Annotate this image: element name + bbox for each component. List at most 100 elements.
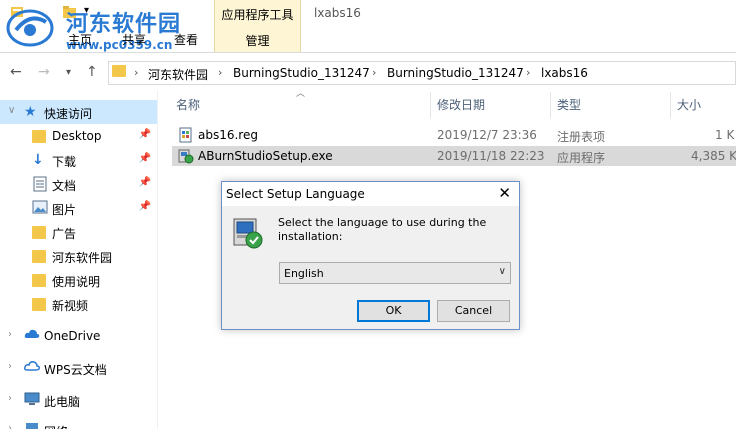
sidebar-item-wps-cloud[interactable]: › WPS云文档 [0, 356, 157, 380]
file-row[interactable]: ABurnStudioSetup.exe 2019/11/18 22:23 应用… [172, 146, 736, 166]
sort-ascending-icon: ︿ [296, 89, 306, 99]
picture-icon [32, 200, 48, 216]
close-icon[interactable]: ✕ [498, 184, 511, 202]
folder-icon [32, 250, 46, 263]
chevron-right-icon[interactable]: › [372, 66, 376, 79]
folder-icon [32, 226, 46, 239]
chevron-down-icon[interactable]: ∨ [499, 266, 506, 277]
ribbon-tab-bar [0, 27, 736, 53]
sidebar-item-documents[interactable]: 文档 📌 [0, 172, 157, 196]
file-size: 4,385 K [691, 149, 736, 163]
language-select-value: English [284, 267, 324, 280]
column-header-size[interactable]: 大小 [677, 96, 701, 113]
sidebar-item-label: Desktop [52, 129, 102, 143]
sidebar-item-this-pc[interactable]: › 此电脑 [0, 388, 157, 412]
forward-button[interactable]: → [38, 64, 50, 80]
file-type: 注册表项 [557, 130, 606, 144]
column-divider[interactable] [550, 92, 551, 118]
dialog-titlebar[interactable]: Select Setup Language ✕ [222, 182, 519, 206]
sidebar-item-hedong[interactable]: 河东软件园 [0, 244, 157, 268]
sidebar-item-label: 图片 [52, 203, 77, 217]
breadcrumb-item[interactable]: BurningStudio_131247 [233, 66, 370, 80]
registry-file-icon [178, 127, 194, 143]
pin-icon: 📌 [138, 201, 151, 212]
cancel-button[interactable]: Cancel [437, 300, 510, 322]
sidebar-item-label: 使用说明 [52, 275, 101, 289]
folder-icon [32, 274, 46, 287]
star-icon: ★ [24, 104, 37, 120]
pin-icon: 📌 [138, 177, 151, 188]
sidebar-item-downloads[interactable]: ↓ 下载 📌 [0, 148, 157, 172]
cloud-icon [24, 328, 40, 344]
chevron-right-icon[interactable]: › [8, 361, 12, 372]
pin-icon: 📌 [138, 129, 151, 140]
chevron-right-icon[interactable]: › [526, 66, 530, 79]
column-divider[interactable] [670, 92, 671, 118]
chevron-right-icon[interactable]: › [218, 66, 222, 79]
chevron-right-icon[interactable]: › [134, 66, 138, 79]
network-icon [24, 422, 40, 429]
navigation-pane: ∨ ★ 快速访问 Desktop 📌 ↓ 下载 📌 文档 📌 图片 📌 广告 河… [0, 90, 158, 429]
column-header-type[interactable]: 类型 [557, 96, 581, 113]
sidebar-item-onedrive[interactable]: › OneDrive [0, 324, 157, 348]
sidebar-item-network[interactable]: › 网络 [0, 418, 157, 429]
computer-icon [24, 392, 40, 408]
sidebar-item-quick-access[interactable]: ∨ ★ 快速访问 [0, 100, 157, 124]
tab-share[interactable]: 共享 [122, 31, 146, 48]
tab-home[interactable]: 主页 [68, 31, 92, 48]
sidebar-item-label: 广告 [52, 227, 77, 241]
back-button[interactable]: ← [10, 64, 22, 80]
setup-installer-icon [178, 148, 194, 164]
window-title: lxabs16 [314, 6, 361, 20]
ok-button[interactable]: OK [357, 300, 430, 322]
sidebar-item-manual[interactable]: 使用说明 [0, 268, 157, 292]
sidebar-item-label: 文档 [52, 179, 77, 193]
setup-installer-icon [232, 215, 264, 249]
sidebar-item-new-video[interactable]: 新视频 [0, 292, 157, 316]
file-size: 1 K [715, 128, 735, 142]
up-button[interactable]: ↑ [86, 64, 98, 80]
file-modified: 2019/12/7 23:36 [437, 128, 537, 142]
folder-icon [32, 130, 46, 143]
sidebar-item-label: 网络 [44, 423, 68, 429]
sidebar-item-label: OneDrive [44, 329, 101, 343]
document-icon [33, 176, 49, 192]
pin-icon: 📌 [138, 153, 151, 164]
file-name: abs16.reg [198, 128, 258, 142]
file-name: ABurnStudioSetup.exe [198, 149, 333, 163]
breadcrumb-item[interactable]: 河东软件园 [148, 66, 208, 83]
chevron-right-icon[interactable]: › [8, 423, 12, 429]
sidebar-item-pictures[interactable]: 图片 📌 [0, 196, 157, 220]
sidebar-item-desktop[interactable]: Desktop 📌 [0, 124, 157, 148]
breadcrumb-item[interactable]: BurningStudio_131247 [387, 66, 524, 80]
chevron-down-icon[interactable]: ∨ [8, 105, 15, 116]
column-header-name[interactable]: 名称 [176, 96, 200, 113]
dialog-title: Select Setup Language [226, 187, 365, 201]
sidebar-item-label: 快速访问 [44, 107, 93, 121]
column-divider[interactable] [430, 92, 431, 118]
chevron-right-icon[interactable]: › [8, 393, 12, 404]
context-group-title: 应用程序工具 [221, 8, 294, 22]
tab-view[interactable]: 查看 [174, 31, 198, 48]
language-select[interactable]: English ∨ [279, 262, 511, 284]
sidebar-item-label: 下载 [52, 155, 77, 169]
sidebar-item-label: WPS云文档 [44, 363, 107, 377]
download-icon: ↓ [32, 152, 44, 168]
chevron-right-icon[interactable]: › [8, 329, 12, 340]
file-row[interactable]: abs16.reg 2019/12/7 23:36 注册表项 1 K [172, 125, 736, 145]
sidebar-item-label: 新视频 [52, 299, 89, 313]
file-modified: 2019/11/18 22:23 [437, 149, 545, 163]
column-header-modified[interactable]: 修改日期 [437, 96, 485, 113]
dialog-message: Select the language to use during the in… [278, 216, 487, 243]
breadcrumb-item[interactable]: lxabs16 [541, 66, 588, 80]
file-type: 应用程序 [557, 151, 606, 165]
recent-locations-button[interactable]: ▾ [66, 67, 71, 78]
tab-manage[interactable]: 管理 [214, 32, 301, 49]
sidebar-item-label: 河东软件园 [52, 251, 113, 265]
setup-language-dialog: Select Setup Language ✕ Select the langu… [221, 181, 520, 330]
sidebar-item-ads[interactable]: 广告 [0, 220, 157, 244]
folder-icon [32, 298, 46, 311]
wps-cloud-icon [24, 360, 40, 376]
sidebar-item-label: 此电脑 [44, 395, 81, 409]
address-folder-icon [112, 65, 126, 77]
